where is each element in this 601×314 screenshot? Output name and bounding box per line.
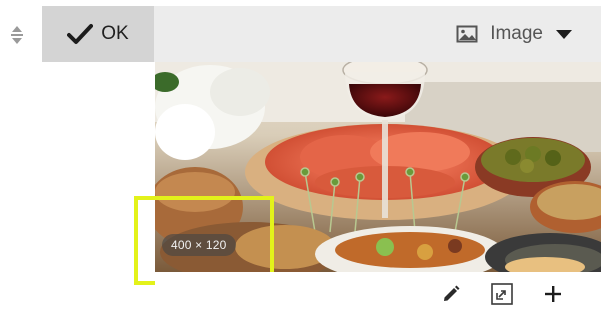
resize-icon (490, 282, 514, 306)
ok-button[interactable]: OK (42, 6, 154, 62)
image-toolbar: OK Image (42, 6, 601, 62)
drag-handle[interactable] (8, 24, 26, 46)
block-type-select[interactable]: Image (456, 6, 573, 62)
ok-label: OK (101, 23, 129, 44)
resize-button[interactable] (488, 280, 516, 308)
checkmark-icon (67, 23, 94, 45)
add-button[interactable] (539, 280, 567, 308)
plus-icon (543, 284, 563, 304)
drag-handle-icon (9, 25, 25, 45)
image-icon (456, 25, 478, 43)
image-action-bar (155, 272, 601, 314)
pencil-icon (441, 284, 461, 304)
edit-button[interactable] (437, 280, 465, 308)
block-type-label: Image (490, 23, 543, 44)
caret-down-icon (555, 28, 573, 40)
